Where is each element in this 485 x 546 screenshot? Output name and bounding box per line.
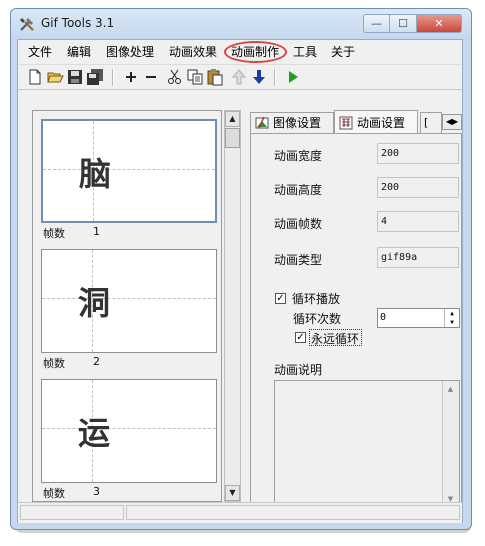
frame-label: 帧数 bbox=[43, 357, 65, 370]
new-file-icon[interactable] bbox=[26, 68, 44, 86]
anim-width-field[interactable]: 200 bbox=[377, 143, 459, 164]
anim-description-textarea[interactable]: ▲ ▼ bbox=[274, 380, 460, 508]
scroll-thumb[interactable] bbox=[225, 128, 240, 148]
settings-tabs: 图像设置 动画设置 [ ◀▶ bbox=[250, 110, 462, 134]
anim-type-label: 动画类型 bbox=[274, 253, 323, 267]
anim-type-field[interactable]: gif89a bbox=[377, 247, 459, 268]
menu-animation-effects[interactable]: 动画效果 bbox=[169, 43, 217, 60]
frame-label: 帧数 bbox=[43, 227, 65, 240]
copy-icon[interactable] bbox=[186, 68, 204, 86]
tab-label: 动画设置 bbox=[357, 116, 406, 130]
cut-icon[interactable] bbox=[166, 68, 184, 86]
save-icon[interactable] bbox=[66, 68, 84, 86]
tab-scroll-arrows-icon[interactable]: ◀▶ bbox=[442, 114, 462, 130]
client-area: 文件 编辑 图像处理 动画效果 动画制作 工具 关于 脑 帧数 1 洞 帧数 2… bbox=[17, 39, 463, 523]
tab-label: 图像设置 bbox=[273, 116, 322, 130]
toolbar bbox=[18, 64, 462, 90]
move-down-icon[interactable] bbox=[250, 68, 268, 86]
status-cell bbox=[20, 505, 124, 520]
frames-scrollbar[interactable]: ▲ ▼ bbox=[224, 110, 241, 502]
animation-settings-icon bbox=[339, 116, 353, 130]
save-all-icon[interactable] bbox=[86, 68, 104, 86]
frame-label: 帧数 bbox=[43, 487, 65, 500]
highlight-circle bbox=[224, 41, 287, 63]
forever-loop-checkbox[interactable]: ✓ bbox=[295, 332, 306, 343]
frame-number: 2 bbox=[93, 355, 100, 368]
title-bar[interactable]: Gif Tools 3.1 — ☐ ✕ bbox=[11, 9, 471, 39]
add-icon[interactable] bbox=[122, 68, 140, 86]
minimize-button[interactable]: — bbox=[363, 14, 390, 33]
frame-number: 1 bbox=[93, 225, 100, 238]
menu-file[interactable]: 文件 bbox=[28, 43, 52, 60]
move-up-icon[interactable] bbox=[230, 68, 248, 86]
description-scrollbar[interactable]: ▲ ▼ bbox=[442, 381, 459, 507]
menu-about[interactable]: 关于 bbox=[331, 43, 355, 60]
tab-overflow[interactable]: [ bbox=[420, 112, 442, 134]
loop-checkbox[interactable]: ✓ bbox=[275, 293, 286, 304]
frame-thumbnail[interactable]: 运 bbox=[41, 379, 217, 483]
status-bar bbox=[18, 502, 462, 523]
close-button[interactable]: ✕ bbox=[417, 14, 462, 33]
loop-count-value: 0 bbox=[380, 312, 387, 323]
remove-icon[interactable] bbox=[142, 68, 160, 86]
frame-glyph: 运 bbox=[78, 414, 111, 452]
toolbar-separator bbox=[112, 69, 114, 86]
loop-count-label: 循环次数 bbox=[293, 312, 342, 326]
play-icon[interactable] bbox=[284, 68, 302, 86]
frame-thumbnail[interactable]: 洞 bbox=[41, 249, 217, 353]
stepper-arrows-icon[interactable]: ▲ ▼ bbox=[444, 309, 459, 327]
tools-icon bbox=[20, 18, 34, 31]
anim-width-label: 动画宽度 bbox=[274, 149, 323, 163]
tab-animation-settings[interactable]: 动画设置 bbox=[334, 110, 418, 134]
menu-tools[interactable]: 工具 bbox=[293, 43, 317, 60]
anim-description-label: 动画说明 bbox=[274, 363, 323, 377]
anim-frames-label: 动画帧数 bbox=[274, 217, 323, 231]
scroll-up-icon[interactable]: ▲ bbox=[443, 381, 458, 397]
frame-glyph: 洞 bbox=[78, 284, 111, 322]
scroll-down-icon[interactable]: ▼ bbox=[225, 485, 240, 501]
forever-loop-label: 永远循环 bbox=[311, 332, 360, 346]
open-folder-icon[interactable] bbox=[46, 68, 64, 86]
frame-glyph: 脑 bbox=[79, 155, 112, 193]
loop-label: 循环播放 bbox=[292, 292, 341, 306]
frames-panel: 脑 帧数 1 洞 帧数 2 运 帧数 3 bbox=[32, 110, 222, 502]
status-cell bbox=[126, 505, 460, 520]
anim-height-field[interactable]: 200 bbox=[377, 177, 459, 198]
tab-image-settings[interactable]: 图像设置 bbox=[250, 112, 334, 134]
app-window: Gif Tools 3.1 — ☐ ✕ 文件 编辑 图像处理 动画效果 动画制作… bbox=[10, 8, 472, 530]
menu-bar: 文件 编辑 图像处理 动画效果 动画制作 工具 关于 bbox=[18, 40, 462, 63]
menu-image-processing[interactable]: 图像处理 bbox=[106, 43, 154, 60]
menu-edit[interactable]: 编辑 bbox=[67, 43, 91, 60]
anim-height-label: 动画高度 bbox=[274, 183, 323, 197]
anim-frames-field[interactable]: 4 bbox=[377, 211, 459, 232]
toolbar-separator bbox=[274, 69, 276, 86]
image-settings-icon bbox=[255, 116, 269, 129]
frame-number: 3 bbox=[93, 485, 100, 498]
maximize-button[interactable]: ☐ bbox=[390, 14, 417, 33]
loop-count-stepper[interactable]: 0 ▲ ▼ bbox=[377, 308, 460, 328]
window-title: Gif Tools 3.1 bbox=[41, 16, 115, 30]
paste-icon[interactable] bbox=[206, 68, 224, 86]
frame-thumbnail[interactable]: 脑 bbox=[41, 119, 217, 223]
scroll-up-icon[interactable]: ▲ bbox=[225, 111, 240, 127]
